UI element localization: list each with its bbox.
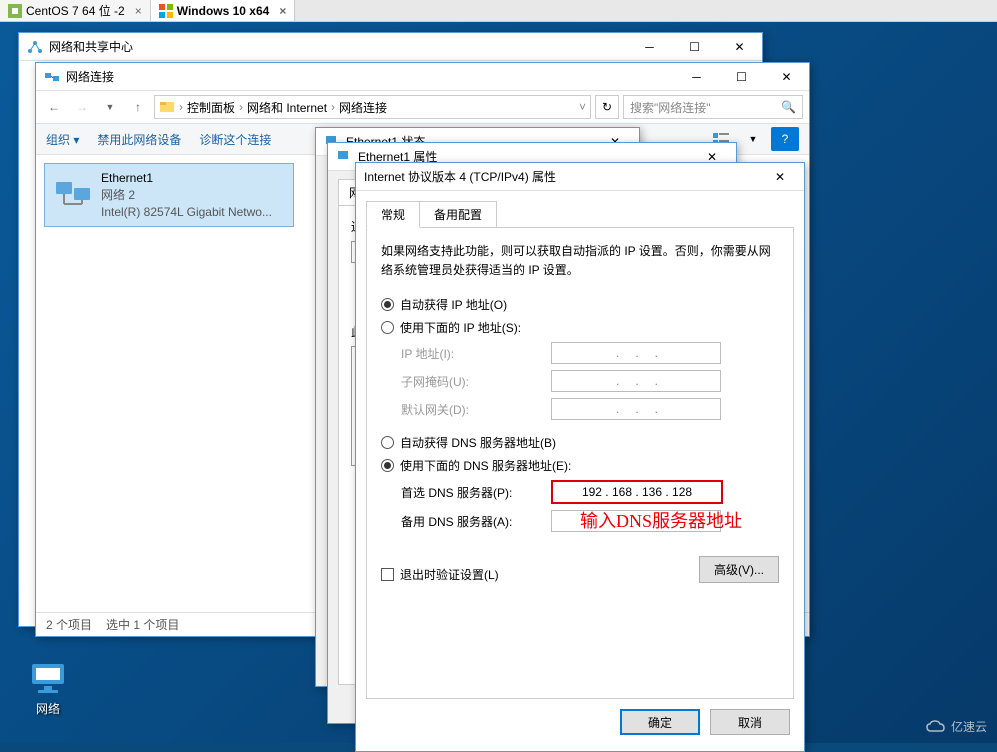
selected-count: 选中 1 个项目 <box>106 616 179 633</box>
vm-tab-bar: CentOS 7 64 位 -2 × Windows 10 x64 × <box>0 0 997 22</box>
minimize-button[interactable]: ─ <box>674 63 719 91</box>
label-gateway: 默认网关(D): <box>401 401 551 418</box>
cloud-icon <box>925 719 947 735</box>
ok-button[interactable]: 确定 <box>620 709 700 735</box>
folder-icon <box>159 99 175 115</box>
label-primary-dns: 首选 DNS 服务器(P): <box>401 484 551 501</box>
radio-manual-dns[interactable]: 使用下面的 DNS 服务器地址(E): <box>381 457 779 474</box>
network-icon <box>28 662 68 696</box>
search-placeholder: 搜索"网络连接" <box>630 99 711 116</box>
window-title: 网络连接 <box>66 68 674 85</box>
radio-icon <box>381 459 394 472</box>
tab-general[interactable]: 常规 <box>366 201 420 228</box>
chevron-right-icon: › <box>239 100 243 114</box>
input-subnet-mask: ... <box>551 370 721 392</box>
search-input[interactable]: 搜索"网络连接" 🔍 <box>623 95 803 119</box>
recent-button[interactable]: ▼ <box>98 95 122 119</box>
desktop-icon-network[interactable]: 网络 <box>18 662 78 717</box>
tabs: 常规 备用配置 <box>366 201 794 228</box>
radio-auto-ip[interactable]: 自动获得 IP 地址(O) <box>381 296 779 313</box>
breadcrumb-item[interactable]: 网络连接 <box>339 99 387 116</box>
watermark: 亿速云 <box>925 718 987 735</box>
centos-icon <box>8 4 22 18</box>
input-primary-dns[interactable]: 192 . 168 . 136 . 128 <box>551 480 723 504</box>
label-ip-address: IP 地址(I): <box>401 345 551 362</box>
label-alt-dns: 备用 DNS 服务器(A): <box>401 513 551 530</box>
windows-icon <box>159 4 173 18</box>
adapter-device: Intel(R) 82574L Gigabit Netwo... <box>101 204 272 221</box>
nav-bar: ← → ▼ ↑ › 控制面板 › 网络和 Internet › 网络连接 ˅ ↻… <box>36 91 809 123</box>
connections-icon <box>44 69 60 85</box>
advanced-button[interactable]: 高级(V)... <box>699 556 779 583</box>
adapter-ethernet1[interactable]: Ethernet1 网络 2 Intel(R) 82574L Gigabit N… <box>44 163 294 227</box>
address-bar[interactable]: › 控制面板 › 网络和 Internet › 网络连接 ˅ <box>154 95 591 119</box>
tab-alternate[interactable]: 备用配置 <box>419 201 497 228</box>
ethernet-icon <box>336 149 352 165</box>
maximize-button[interactable]: ☐ <box>672 33 717 61</box>
close-button[interactable]: ✕ <box>764 63 809 91</box>
breadcrumb-item[interactable]: 控制面板 <box>187 99 235 116</box>
chevron-right-icon: › <box>331 100 335 114</box>
input-gateway: ... <box>551 398 721 420</box>
radio-label: 使用下面的 DNS 服务器地址(E): <box>400 457 571 474</box>
radio-label: 自动获得 DNS 服务器地址(B) <box>400 434 556 451</box>
checkbox-icon <box>381 568 394 581</box>
vm-tab-windows[interactable]: Windows 10 x64 × <box>151 0 296 21</box>
watermark-text: 亿速云 <box>951 718 987 735</box>
ethernet-adapter-icon <box>53 178 93 212</box>
titlebar[interactable]: Internet 协议版本 4 (TCP/IPv4) 属性 ✕ <box>356 163 804 191</box>
diagnose-button[interactable]: 诊断这个连接 <box>199 131 271 148</box>
label-subnet-mask: 子网掩码(U): <box>401 373 551 390</box>
adapter-name: Ethernet1 <box>101 170 272 187</box>
chevron-right-icon: › <box>179 100 183 114</box>
input-ip-address: ... <box>551 342 721 364</box>
input-alt-dns[interactable]: ... <box>551 510 721 532</box>
desktop: 网络 网络和共享中心 ─ ☐ ✕ 网络连接 ─ ☐ ✕ <box>0 22 997 743</box>
item-count: 2 个项目 <box>46 616 92 633</box>
radio-manual-ip[interactable]: 使用下面的 IP 地址(S): <box>381 319 779 336</box>
adapter-network: 网络 2 <box>101 187 272 204</box>
radio-icon <box>381 436 394 449</box>
disable-device-button[interactable]: 禁用此网络设备 <box>97 131 181 148</box>
cancel-button[interactable]: 取消 <box>710 709 790 735</box>
radio-icon <box>381 321 394 334</box>
forward-button[interactable]: → <box>70 95 94 119</box>
window-title: 网络和共享中心 <box>49 38 627 55</box>
close-icon[interactable]: × <box>279 4 286 18</box>
titlebar[interactable]: 网络连接 ─ ☐ ✕ <box>36 63 809 91</box>
radio-label: 使用下面的 IP 地址(S): <box>400 319 521 336</box>
checkbox-validate-on-exit[interactable]: 退出时验证设置(L) <box>381 566 499 583</box>
radio-icon <box>381 298 394 311</box>
radio-auto-dns[interactable]: 自动获得 DNS 服务器地址(B) <box>381 434 779 451</box>
dropdown-icon[interactable]: ˅ <box>579 100 586 114</box>
description-text: 如果网络支持此功能，则可以获取自动指派的 IP 设置。否则，你需要从网络系统管理… <box>381 242 779 280</box>
window-ipv4-properties: Internet 协议版本 4 (TCP/IPv4) 属性 ✕ 常规 备用配置 … <box>355 162 805 752</box>
maximize-button[interactable]: ☐ <box>719 63 764 91</box>
desktop-icon-label: 网络 <box>36 700 60 717</box>
vm-tab-label: CentOS 7 64 位 -2 <box>26 2 125 19</box>
checkbox-label: 退出时验证设置(L) <box>400 566 499 583</box>
organize-menu[interactable]: 组织 ▾ <box>46 131 79 148</box>
search-icon: 🔍 <box>781 100 796 114</box>
vm-tab-centos[interactable]: CentOS 7 64 位 -2 × <box>0 0 151 21</box>
network-center-icon <box>27 39 43 55</box>
view-dropdown[interactable]: ▼ <box>739 127 767 151</box>
up-button[interactable]: ↑ <box>126 95 150 119</box>
close-button[interactable]: ✕ <box>717 33 762 61</box>
window-title: Internet 协议版本 4 (TCP/IPv4) 属性 <box>364 168 764 185</box>
close-icon[interactable]: × <box>135 4 142 18</box>
vm-tab-label: Windows 10 x64 <box>177 4 270 18</box>
refresh-button[interactable]: ↻ <box>595 95 619 119</box>
close-button[interactable]: ✕ <box>764 165 796 189</box>
back-button[interactable]: ← <box>42 95 66 119</box>
breadcrumb-item[interactable]: 网络和 Internet <box>247 99 327 116</box>
help-button[interactable]: ? <box>771 127 799 151</box>
minimize-button[interactable]: ─ <box>627 33 672 61</box>
radio-label: 自动获得 IP 地址(O) <box>400 296 507 313</box>
tab-content-general: 如果网络支持此功能，则可以获取自动指派的 IP 设置。否则，你需要从网络系统管理… <box>366 227 794 699</box>
titlebar[interactable]: 网络和共享中心 ─ ☐ ✕ <box>19 33 762 61</box>
